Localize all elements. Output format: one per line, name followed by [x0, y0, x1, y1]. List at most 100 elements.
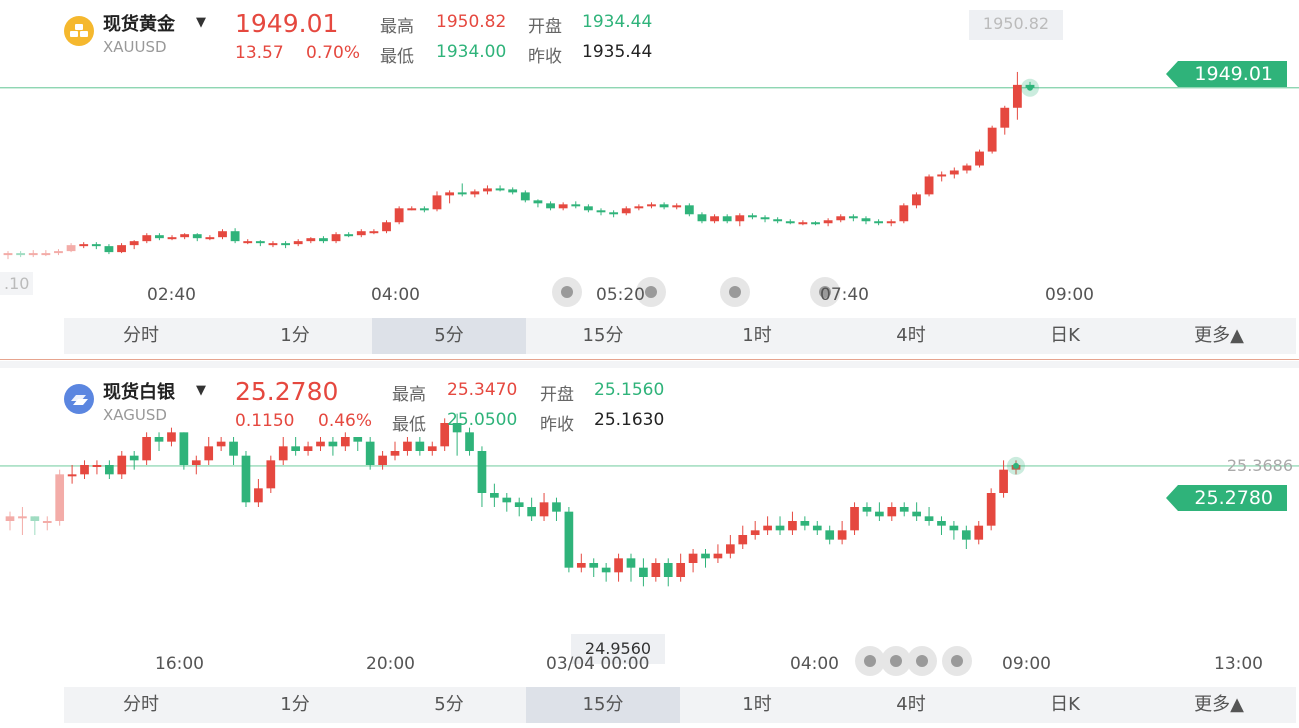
- candle[interactable]: [230, 228, 240, 244]
- candle[interactable]: [394, 206, 404, 225]
- tab-15min[interactable]: 15分: [526, 687, 680, 723]
- candle[interactable]: [3, 251, 13, 260]
- candle[interactable]: [837, 521, 847, 545]
- tab-daily[interactable]: 日K: [988, 687, 1142, 723]
- candle[interactable]: [216, 437, 226, 451]
- candle[interactable]: [571, 201, 581, 209]
- candle[interactable]: [192, 233, 202, 242]
- candle[interactable]: [117, 243, 126, 254]
- tab-5min[interactable]: 5分: [372, 687, 526, 723]
- candle[interactable]: [887, 502, 897, 521]
- candle[interactable]: [701, 549, 710, 568]
- candle[interactable]: [432, 191, 442, 212]
- candle[interactable]: [42, 516, 52, 531]
- candle[interactable]: [5, 511, 15, 531]
- candle[interactable]: [596, 208, 606, 216]
- candle[interactable]: [490, 483, 499, 507]
- candle[interactable]: [688, 549, 698, 573]
- candle[interactable]: [564, 507, 574, 573]
- tab-4hour[interactable]: 4时: [834, 687, 988, 723]
- candle[interactable]: [874, 219, 884, 226]
- candle[interactable]: [614, 553, 623, 582]
- candle[interactable]: [319, 236, 328, 244]
- candle[interactable]: [684, 203, 694, 217]
- candle[interactable]: [378, 451, 387, 470]
- candle[interactable]: [293, 239, 303, 247]
- candle[interactable]: [344, 232, 354, 238]
- candle[interactable]: [470, 189, 480, 198]
- tab-5min[interactable]: 5分: [372, 318, 526, 354]
- candle[interactable]: [92, 460, 102, 475]
- candle[interactable]: [697, 212, 707, 224]
- candle[interactable]: [651, 558, 661, 582]
- candle[interactable]: [713, 544, 723, 563]
- candle[interactable]: [1000, 105, 1010, 135]
- candle[interactable]: [583, 204, 593, 213]
- candle[interactable]: [390, 441, 400, 461]
- candle[interactable]: [303, 441, 313, 456]
- candle[interactable]: [576, 553, 586, 573]
- tab-timeshare[interactable]: 分时: [64, 318, 218, 354]
- candle[interactable]: [80, 460, 89, 479]
- candle[interactable]: [105, 460, 114, 479]
- candle[interactable]: [180, 233, 190, 240]
- candle[interactable]: [949, 167, 959, 179]
- candle[interactable]: [369, 229, 379, 235]
- candle[interactable]: [825, 525, 835, 545]
- tab-1hour[interactable]: 1时: [680, 318, 834, 354]
- candle[interactable]: [912, 502, 921, 521]
- candle[interactable]: [760, 215, 770, 223]
- candle[interactable]: [725, 535, 735, 559]
- candle[interactable]: [41, 250, 51, 257]
- instrument-name[interactable]: 现货白银: [103, 378, 175, 404]
- caret-down-icon[interactable]: ▼: [196, 15, 206, 30]
- candle[interactable]: [750, 521, 760, 540]
- candle[interactable]: [647, 202, 656, 209]
- tab-daily[interactable]: 日K: [988, 318, 1142, 354]
- candle[interactable]: [445, 190, 455, 204]
- tab-more[interactable]: 更多▲: [1142, 318, 1296, 354]
- candle[interactable]: [514, 497, 524, 517]
- candle[interactable]: [508, 187, 518, 195]
- candle[interactable]: [407, 206, 417, 211]
- candle[interactable]: [986, 488, 996, 531]
- candle[interactable]: [1012, 71, 1022, 120]
- tab-4hour[interactable]: 4时: [834, 318, 988, 354]
- candle[interactable]: [117, 451, 127, 479]
- candle[interactable]: [676, 553, 686, 582]
- candle[interactable]: [552, 497, 561, 521]
- candle[interactable]: [937, 516, 946, 535]
- candle[interactable]: [266, 455, 276, 493]
- candle[interactable]: [129, 240, 139, 250]
- candle[interactable]: [278, 437, 288, 465]
- candle[interactable]: [663, 558, 673, 587]
- candle[interactable]: [331, 232, 341, 244]
- candle[interactable]: [205, 235, 215, 241]
- candle[interactable]: [142, 233, 152, 244]
- candle[interactable]: [16, 251, 26, 258]
- candle[interactable]: [79, 242, 89, 249]
- candle[interactable]: [558, 202, 568, 211]
- candle[interactable]: [18, 507, 27, 535]
- event-marker-icon[interactable]: [552, 277, 582, 307]
- candle[interactable]: [634, 204, 644, 211]
- candle[interactable]: [527, 497, 536, 521]
- candle[interactable]: [937, 171, 947, 182]
- candle[interactable]: [268, 241, 278, 248]
- candle[interactable]: [191, 455, 201, 475]
- candle[interactable]: [255, 240, 265, 247]
- candle[interactable]: [403, 437, 412, 456]
- candle[interactable]: [502, 493, 512, 512]
- candle[interactable]: [836, 214, 846, 223]
- candle[interactable]: [415, 437, 425, 456]
- candle[interactable]: [798, 220, 808, 226]
- candle[interactable]: [861, 216, 871, 225]
- candle[interactable]: [924, 174, 934, 197]
- candle[interactable]: [659, 202, 669, 210]
- tab-1min[interactable]: 1分: [218, 318, 372, 354]
- tab-15min[interactable]: 15分: [526, 318, 680, 354]
- candle[interactable]: [30, 516, 40, 535]
- instrument-name[interactable]: 现货黄金: [103, 10, 175, 36]
- candle[interactable]: [899, 502, 909, 517]
- candle[interactable]: [609, 210, 619, 218]
